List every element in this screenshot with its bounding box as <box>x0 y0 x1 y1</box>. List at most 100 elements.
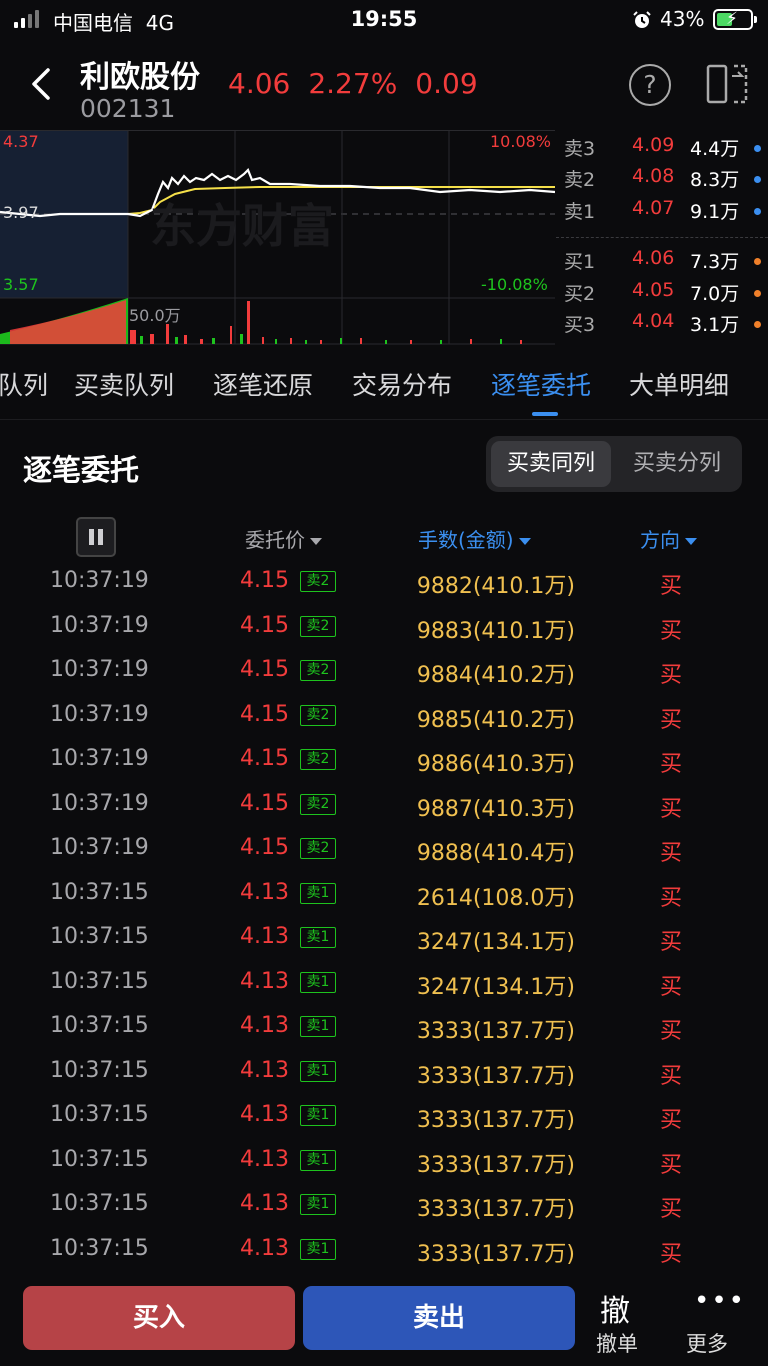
switch-layout-icon[interactable] <box>706 62 750 106</box>
sort-down-icon <box>310 538 322 545</box>
sell-button[interactable]: 卖出 <box>303 1286 575 1350</box>
volume-scale-label: 50.0万 <box>129 306 181 325</box>
ask-label: 卖2 <box>564 169 596 191</box>
tab-trade-distribution[interactable]: 交易分布 <box>352 366 452 402</box>
order-level-badge: 卖2 <box>300 749 336 770</box>
change-percent: 2.27% <box>308 67 398 100</box>
order-price: 4.15 <box>240 657 289 682</box>
tab-bid-ask-queue[interactable]: 买卖队列 <box>74 366 174 402</box>
stock-code: 002131 <box>80 94 176 123</box>
order-price: 4.15 <box>240 612 289 638</box>
back-arrow-icon[interactable] <box>26 64 56 104</box>
order-price: 4.13 <box>240 1013 289 1038</box>
sort-down-icon <box>518 538 531 545</box>
order-direction: 买 <box>660 974 683 1000</box>
chart-low-pct: -10.08% <box>481 275 548 294</box>
more-icon[interactable]: ••• <box>694 1286 746 1316</box>
pause-button[interactable] <box>76 517 116 557</box>
alarm-icon <box>633 11 651 28</box>
tab-large-orders[interactable]: 大单明细 <box>629 366 729 402</box>
chart-high-pct: 10.08% <box>490 132 552 151</box>
order-level-badge: 卖1 <box>300 971 336 993</box>
order-direction: 买 <box>660 885 683 911</box>
order-amount: 9886(410.3万) <box>416 752 575 777</box>
order-amount: 3247(134.1万) <box>416 930 575 955</box>
table-row: 10:37:19 4.15 卖2 9887(410.3万) 买 <box>0 783 768 827</box>
bid-volume: 7.0万 <box>690 283 740 305</box>
order-amount: 9883(410.1万) <box>416 618 575 644</box>
order-time: 10:37:15 <box>50 1146 149 1172</box>
help-icon[interactable]: ? <box>629 64 671 106</box>
active-tab-indicator <box>532 412 558 416</box>
table-row: 10:37:19 4.15 卖2 9883(410.1万) 买 <box>0 605 768 649</box>
table-row: 10:37:15 4.13 卖1 3333(137.7万) 买 <box>0 1228 768 1272</box>
order-direction: 买 <box>660 618 683 644</box>
order-amount: 9885(410.2万) <box>416 707 575 733</box>
chart-base-price: 3.97 <box>3 203 39 222</box>
ask-price: 4.07 <box>632 197 675 219</box>
pause-icon <box>89 529 94 545</box>
tab-tick-restore[interactable]: 逐笔还原 <box>213 366 313 402</box>
pause-icon <box>98 529 103 545</box>
chart-high-price: 4.37 <box>3 132 39 151</box>
order-direction: 买 <box>660 1108 683 1133</box>
order-price: 4.13 <box>240 1235 289 1261</box>
order-level-badge: 卖1 <box>300 882 336 904</box>
order-level-badge: 卖2 <box>300 838 336 859</box>
order-direction: 买 <box>660 796 683 822</box>
price-summary: 4.06 2.27% 0.09 <box>228 67 478 100</box>
watermark: 东方财富 <box>150 199 334 253</box>
section-title: 逐笔委托 <box>23 453 140 487</box>
order-direction: 买 <box>660 930 683 955</box>
table-row: 10:37:15 4.13 卖1 3247(134.1万) 买 <box>0 916 768 960</box>
order-price: 4.13 <box>240 1057 289 1083</box>
bid-label: 买2 <box>564 283 596 305</box>
intraday-chart[interactable]: 4.37 3.97 3.57 10.08% -10.08% 50.0万 东方财富 <box>0 130 555 345</box>
column-header-amount[interactable]: 手数(金额) <box>418 524 531 553</box>
table-row: 10:37:15 4.13 卖1 3333(137.7万) 买 <box>0 1183 768 1227</box>
detail-tabs: 队列 买卖队列 逐笔还原 交易分布 逐笔委托 大单明细 <box>0 346 768 420</box>
order-level-badge: 卖1 <box>300 1060 336 1082</box>
order-amount: 3333(137.7万) <box>416 1197 575 1222</box>
bid-volume: 7.3万 <box>690 251 740 273</box>
bid-price: 4.06 <box>632 247 675 269</box>
more-label[interactable]: 更多 <box>686 1328 728 1358</box>
order-level-badge: 卖1 <box>300 927 336 948</box>
order-amount: 9888(410.4万) <box>416 841 575 866</box>
buy-button[interactable]: 买入 <box>23 1286 295 1350</box>
ask-volume: 9.1万 <box>690 201 740 223</box>
order-amount: 9884(410.2万) <box>416 663 575 688</box>
order-amount: 3247(134.1万) <box>416 974 575 1000</box>
tab-queue[interactable]: 队列 <box>0 366 48 402</box>
cancel-order-icon[interactable]: 撤 <box>600 1286 630 1330</box>
segment-same-column[interactable]: 买卖同列 <box>491 441 611 487</box>
order-level-badge: 卖2 <box>300 571 336 592</box>
segment-split-column[interactable]: 买卖分列 <box>617 441 737 487</box>
cancel-order-label[interactable]: 撤单 <box>596 1328 638 1358</box>
order-price: 4.15 <box>240 790 289 816</box>
order-price: 4.15 <box>240 701 289 727</box>
order-level-badge: 卖1 <box>300 1194 336 1215</box>
order-amount: 9887(410.3万) <box>416 796 575 822</box>
order-level-badge: 卖2 <box>300 615 336 637</box>
tab-tick-orders[interactable]: 逐笔委托 <box>491 366 591 402</box>
order-level-badge: 卖2 <box>300 660 336 681</box>
column-header-price[interactable]: 委托价 <box>245 524 322 553</box>
order-level-badge: 卖1 <box>300 1149 336 1171</box>
order-level-badge: 卖1 <box>300 1016 336 1037</box>
battery-icon: ⚡ <box>713 9 757 30</box>
bid-row: 买2 4.05 7.0万 <box>556 277 768 307</box>
bid-volume: 3.1万 <box>690 314 740 336</box>
bid-dot-icon <box>754 258 761 265</box>
order-price: 4.13 <box>240 879 289 905</box>
column-header-direction[interactable]: 方向 <box>640 524 697 553</box>
order-price: 4.15 <box>240 568 289 593</box>
order-direction: 买 <box>660 1197 683 1222</box>
stock-name: 利欧股份 <box>80 60 200 95</box>
bid-price: 4.05 <box>632 279 675 301</box>
order-time: 10:37:19 <box>50 701 149 727</box>
order-amount: 3333(137.7万) <box>416 1241 575 1267</box>
ask-price: 4.09 <box>632 134 675 156</box>
ask-dot-icon <box>754 145 761 152</box>
order-direction: 买 <box>660 752 683 777</box>
